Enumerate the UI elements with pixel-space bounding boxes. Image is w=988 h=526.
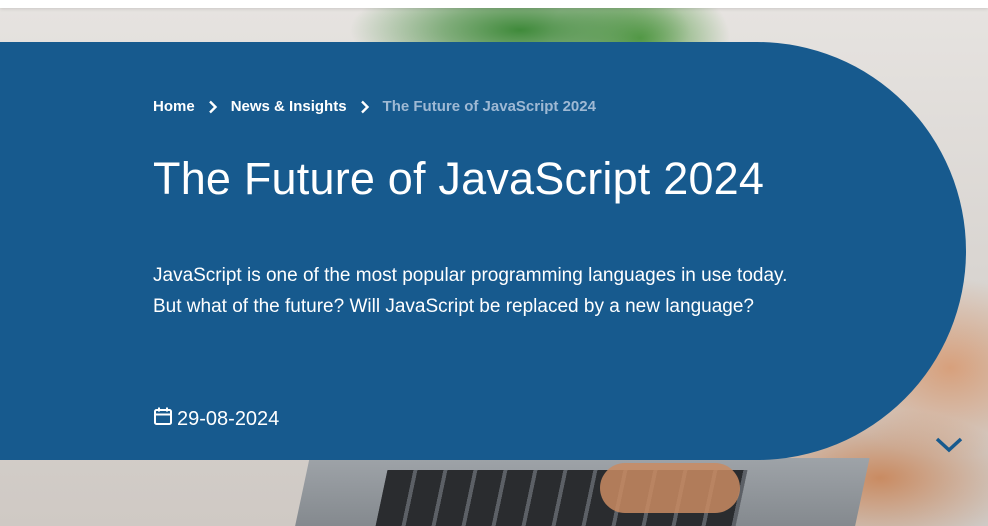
- hand-image-part: [600, 463, 740, 513]
- publish-date: 29-08-2024: [153, 406, 279, 432]
- chevron-right-icon: [347, 98, 383, 115]
- article-lead: JavaScript is one of the most popular pr…: [153, 265, 788, 317]
- calendar-icon: [153, 406, 173, 432]
- breadcrumb-home-link[interactable]: Home: [153, 98, 195, 115]
- breadcrumb-news-insights-link[interactable]: News & Insights: [231, 98, 347, 115]
- page-title: The Future of JavaScript 2024: [153, 153, 765, 204]
- chevron-right-icon: [195, 98, 231, 115]
- breadcrumb: Home News & Insights The Future of JavaS…: [153, 95, 596, 117]
- breadcrumb-current-page: The Future of JavaScript 2024: [382, 97, 596, 115]
- chevron-down-icon[interactable]: [934, 436, 964, 459]
- top-header-bar: [0, 0, 988, 8]
- hero-panel: Home News & Insights The Future of JavaS…: [0, 42, 966, 460]
- publish-date-text: 29-08-2024: [177, 407, 280, 430]
